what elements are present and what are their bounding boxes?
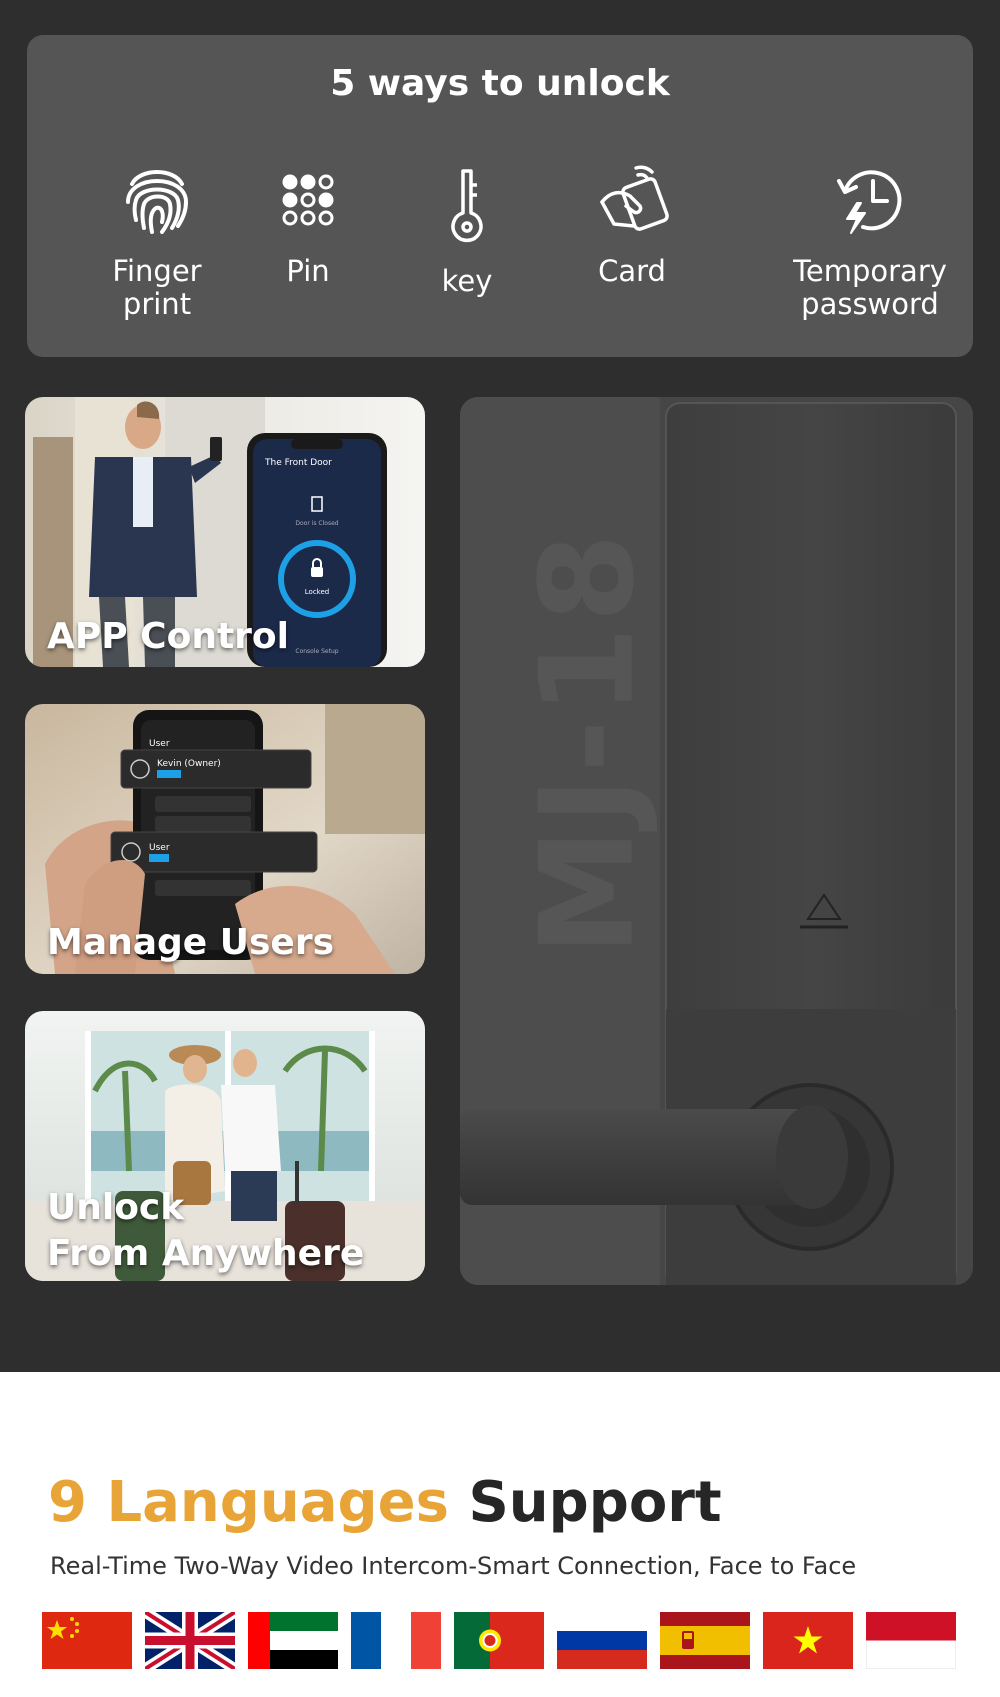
uae-flag: [248, 1612, 338, 1669]
app-screen-status: Door is Closed: [295, 520, 338, 527]
method-label: Temporary password: [793, 254, 947, 321]
unlock-anywhere-label: Unlock From Anywhere: [47, 1187, 365, 1274]
uk-flag: [145, 1612, 235, 1669]
unlock-title: 5 ways to unlock: [330, 63, 670, 104]
method-pin: Pin: [218, 145, 398, 288]
model-number: MJ-18: [513, 528, 663, 956]
method-label: key: [441, 264, 493, 298]
vietnam-flag: [763, 1612, 853, 1669]
app-screen-footer: Console Setup: [295, 648, 338, 655]
method-label: Card: [598, 254, 666, 288]
portugal-flag: [454, 1612, 544, 1669]
keypad-icon: [218, 145, 398, 255]
users-screen-header: User: [149, 739, 170, 749]
clock-password-icon: [770, 145, 970, 255]
languages-title-rest: Support: [468, 1470, 722, 1535]
key-icon: [377, 145, 557, 265]
russia-flag: [557, 1612, 647, 1669]
method-card: Card: [542, 145, 722, 288]
users-screen-owner: Kevin (Owner): [157, 759, 221, 769]
method-key: key: [377, 145, 557, 298]
method-temporary-password: Temporary password: [770, 145, 970, 321]
manage-users-card: User Kevin (Owner) User Manage Users: [25, 704, 425, 974]
china-flag: [42, 1612, 132, 1669]
france-flag: [351, 1612, 441, 1669]
method-label: Pin: [286, 254, 330, 288]
languages-title-accent: 9 Languages: [48, 1470, 449, 1535]
app-control-label: APP Control: [47, 616, 289, 657]
languages-title: 9 Languages Support: [48, 1470, 722, 1535]
card-icon: [542, 145, 722, 255]
languages-subtitle: Real-Time Two-Way Video Intercom-Smart C…: [50, 1552, 857, 1580]
users-screen-user: User: [149, 843, 170, 853]
indonesia-flag: [866, 1612, 956, 1669]
app-screen-title: The Front Door: [264, 458, 332, 468]
spain-flag: [660, 1612, 750, 1669]
app-screen-lock-state: Locked: [305, 588, 329, 596]
unlock-anywhere-card: Unlock From Anywhere: [25, 1011, 425, 1281]
unlock-methods-panel: 5 ways to unlock Finger print Pin key Ca…: [27, 35, 973, 357]
manage-users-label: Manage Users: [47, 922, 335, 963]
dark-feature-section: 5 ways to unlock Finger print Pin key Ca…: [0, 0, 1000, 1372]
app-control-card: The Front Door Door is Closed Locked Con…: [25, 397, 425, 667]
lock-product-image: MJ-18: [460, 397, 973, 1285]
